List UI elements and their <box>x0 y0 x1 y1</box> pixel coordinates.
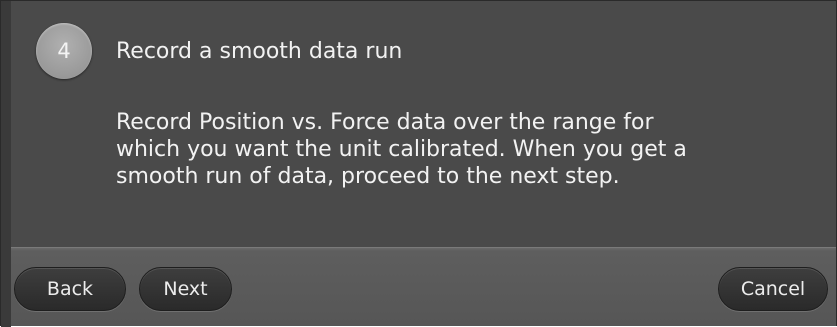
next-button[interactable]: Next <box>139 267 232 311</box>
step-number-badge: 4 <box>36 23 92 79</box>
step-title: Record a smooth data run <box>116 39 403 64</box>
step-instructions: Record Position vs. Force data over the … <box>116 109 816 190</box>
dialog-left-edge <box>1 1 11 327</box>
wizard-footer: Back Next Cancel <box>11 247 836 326</box>
step-number: 4 <box>57 39 71 63</box>
calibration-wizard-dialog: 4 Record a smooth data run Record Positi… <box>0 0 837 327</box>
step-instructions-line: which you want the unit calibrated. When… <box>116 137 687 162</box>
step-instructions-line: smooth run of data, proceed to the next … <box>116 164 620 189</box>
step-content: 4 Record a smooth data run Record Positi… <box>11 1 836 247</box>
cancel-button[interactable]: Cancel <box>718 267 828 311</box>
step-instructions-line: Record Position vs. Force data over the … <box>116 110 654 135</box>
back-button[interactable]: Back <box>14 267 126 311</box>
